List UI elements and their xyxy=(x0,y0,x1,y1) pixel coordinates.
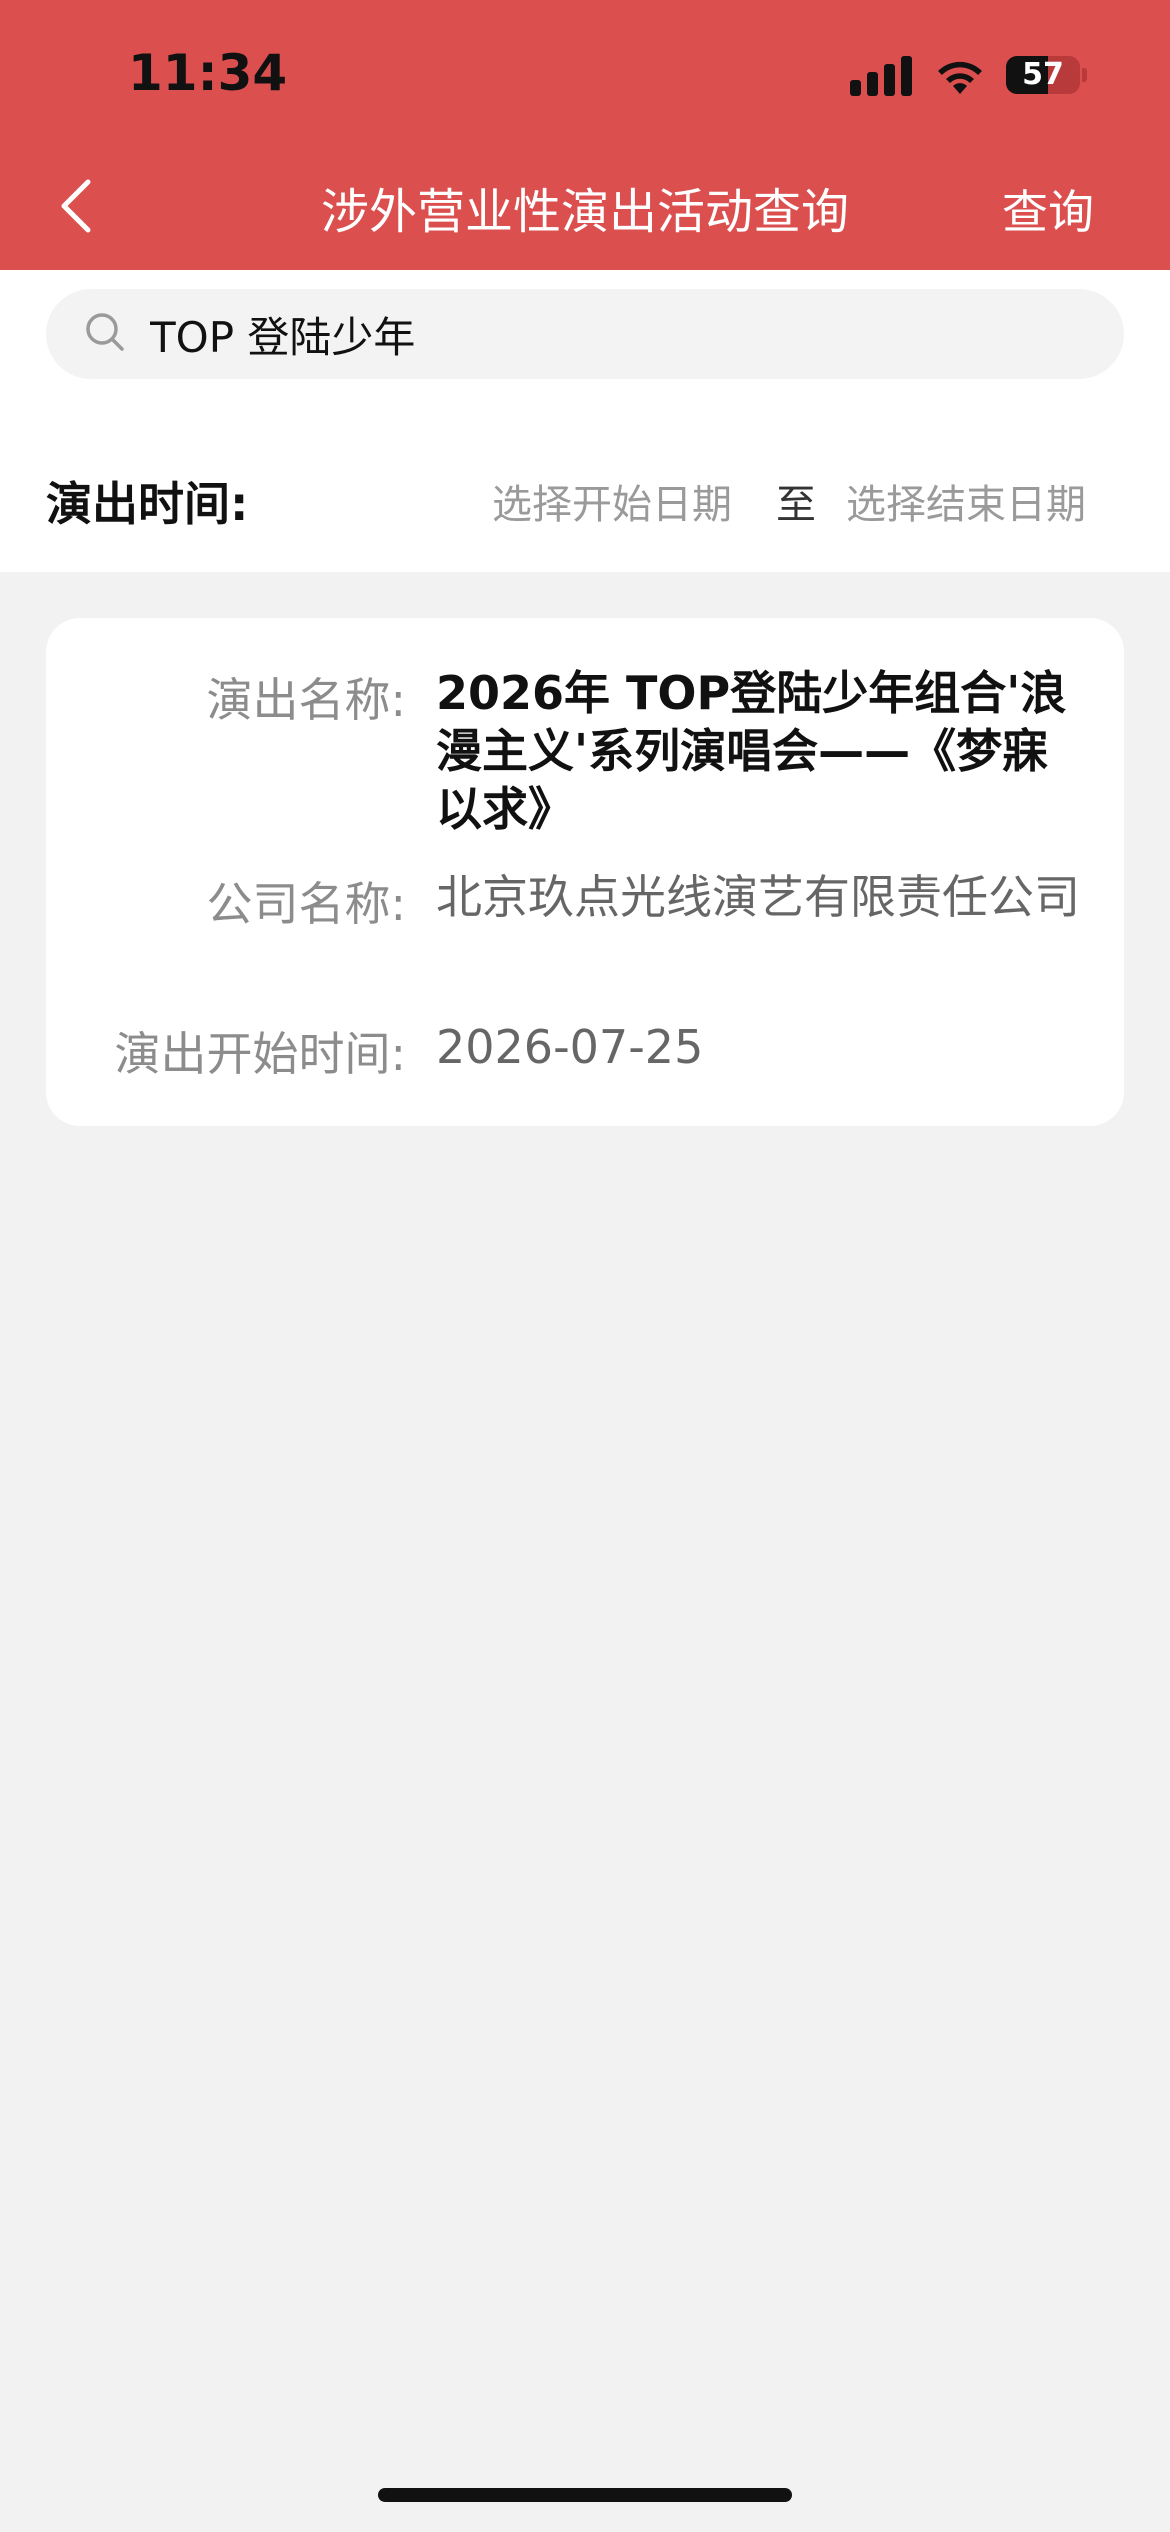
start-time-label: 演出开始时间: xyxy=(114,1027,407,1081)
battery-icon: 57 xyxy=(1006,56,1080,94)
search-input[interactable] xyxy=(150,289,1050,379)
wifi-icon xyxy=(938,61,982,94)
show-name-value: 2026年 TOP登陆少年组合'浪漫主义'系列演唱会——《梦寐以求》 xyxy=(436,666,1067,836)
cellular-signal-icon xyxy=(850,54,914,98)
search-icon xyxy=(86,313,124,351)
battery-level: 57 xyxy=(1022,57,1064,92)
status-icons: 57 xyxy=(850,54,1090,98)
status-time: 11:34 xyxy=(128,44,288,102)
date-filter-label: 演出时间: xyxy=(46,477,249,531)
home-indicator[interactable] xyxy=(378,2488,792,2502)
search-bar[interactable] xyxy=(46,289,1124,379)
start-time-value: 2026-07-25 xyxy=(436,1020,704,1074)
date-separator: 至 xyxy=(776,482,816,528)
app-header: 11:34 57 涉外营业性演出活动查询 查询 xyxy=(0,0,1170,270)
company-label: 公司名称: xyxy=(206,877,407,931)
query-button[interactable]: 查询 xyxy=(1002,176,1094,242)
show-name-label: 演出名称: xyxy=(206,673,407,727)
company-value: 北京玖点光线演艺有限责任公司 xyxy=(436,870,1080,924)
start-date-picker[interactable]: 选择开始日期 xyxy=(492,472,732,530)
result-card[interactable]: 演出名称: 2026年 TOP登陆少年组合'浪漫主义'系列演唱会——《梦寐以求》… xyxy=(46,618,1124,1126)
end-date-picker[interactable]: 选择结束日期 xyxy=(846,472,1086,530)
page-title: 涉外营业性演出活动查询 xyxy=(320,184,849,240)
